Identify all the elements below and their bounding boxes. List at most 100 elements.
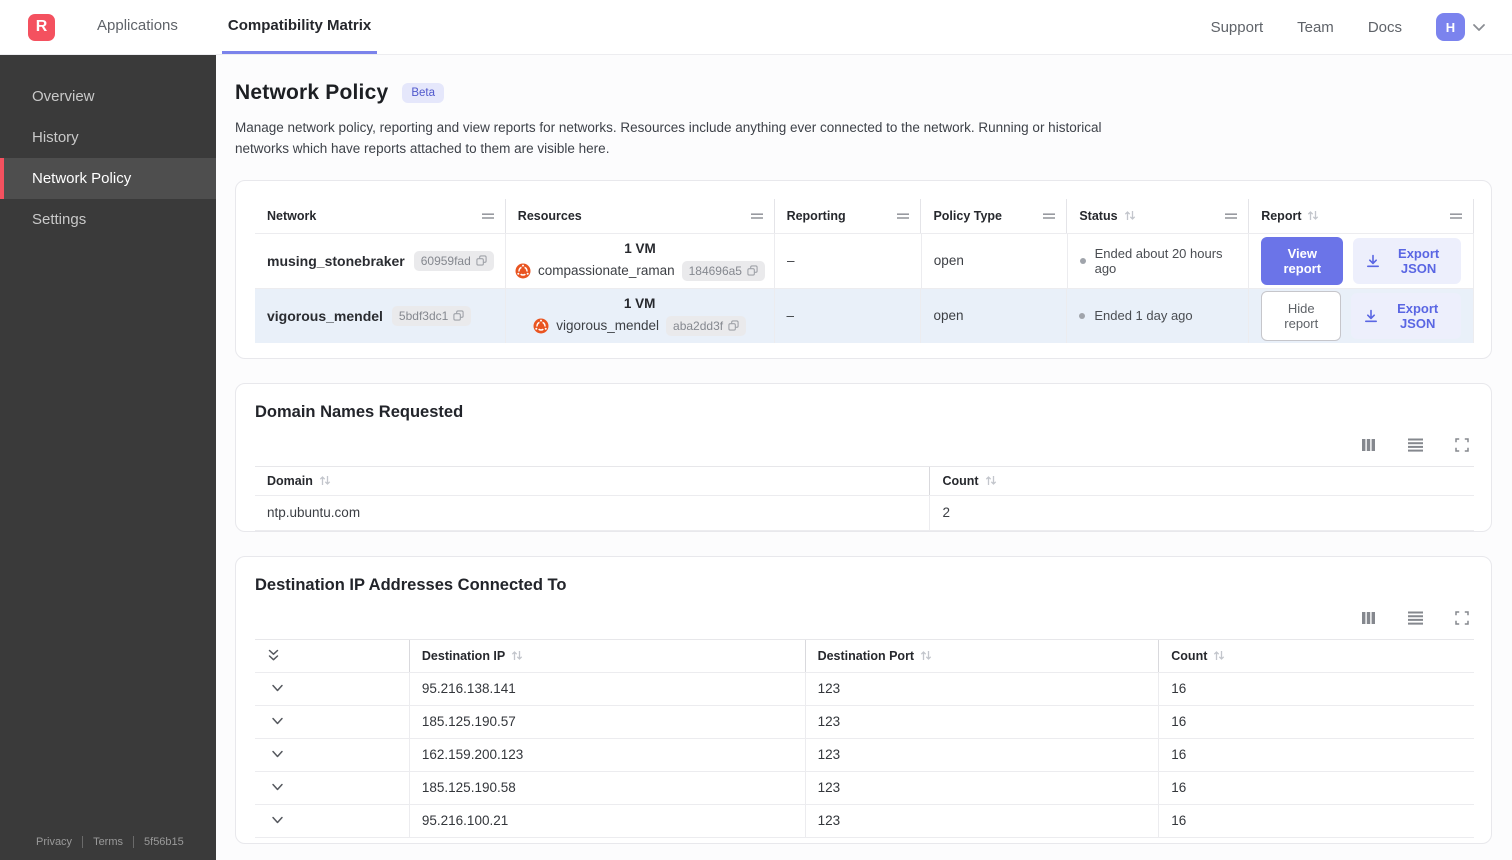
row-expand-chevron-icon[interactable] bbox=[267, 715, 288, 728]
expand-all-header[interactable] bbox=[255, 640, 409, 672]
destination-row[interactable] bbox=[255, 836, 1474, 843]
copy-icon[interactable] bbox=[476, 255, 487, 266]
sort-icon[interactable] bbox=[319, 474, 331, 487]
column-header-network[interactable]: Network bbox=[255, 198, 506, 233]
domain-names-card: Domain Names Requested Domain Count ntp.… bbox=[235, 382, 1492, 532]
column-header-destination-ip[interactable]: Destination IP bbox=[408, 639, 805, 672]
destination-port-cell: 123 bbox=[804, 804, 1159, 837]
nav-link-team[interactable]: Team bbox=[1297, 19, 1334, 36]
domain-row[interactable]: ntp.ubuntu.com 2 bbox=[255, 494, 1474, 531]
destination-ip-cell: 185.125.190.57 bbox=[408, 705, 805, 738]
sidebar-item-overview[interactable]: Overview bbox=[0, 76, 216, 117]
nav-link-docs[interactable]: Docs bbox=[1368, 19, 1402, 36]
sort-icon[interactable] bbox=[1307, 209, 1319, 222]
copy-icon[interactable] bbox=[453, 310, 464, 321]
avatar: H bbox=[1436, 13, 1465, 41]
destination-ip-cell: 95.216.138.141 bbox=[408, 672, 805, 705]
view-report-button[interactable]: View report bbox=[1261, 236, 1344, 285]
policy-type-cell: open bbox=[922, 233, 1068, 288]
destination-row[interactable]: 185.125.190.58 123 16 bbox=[255, 770, 1474, 804]
column-drag-icon[interactable] bbox=[896, 212, 910, 220]
policy-type-cell: open bbox=[921, 288, 1068, 343]
column-header-destination-port[interactable]: Destination Port bbox=[804, 639, 1159, 672]
column-header-policy-type[interactable]: Policy Type bbox=[921, 198, 1068, 233]
network-id-pill[interactable]: 60959fad bbox=[413, 250, 494, 271]
expand-icon[interactable] bbox=[1453, 436, 1471, 454]
resource-name[interactable]: vigorous_mendel bbox=[556, 318, 659, 333]
tab-applications[interactable]: Applications bbox=[91, 0, 184, 54]
column-header-count[interactable]: Count bbox=[1158, 639, 1474, 672]
destination-row[interactable]: 95.216.138.141 123 16 bbox=[255, 671, 1474, 705]
tab-compatibility-matrix[interactable]: Compatibility Matrix bbox=[221, 0, 378, 54]
nav-link-support[interactable]: Support bbox=[1211, 19, 1264, 36]
user-menu[interactable]: H bbox=[1436, 13, 1486, 41]
page-description: Manage network policy, reporting and vie… bbox=[235, 120, 1102, 156]
copy-icon[interactable] bbox=[747, 265, 758, 276]
network-name: musing_stonebraker bbox=[267, 252, 405, 269]
destination-card-title: Destination IP Addresses Connected To bbox=[255, 575, 567, 594]
sort-icon[interactable] bbox=[511, 649, 523, 662]
sidebar-item-history[interactable]: History bbox=[0, 117, 216, 158]
column-drag-icon[interactable] bbox=[750, 212, 764, 220]
column-drag-icon[interactable] bbox=[1042, 212, 1056, 220]
destination-row[interactable]: 162.159.200.123 123 16 bbox=[255, 737, 1474, 771]
network-name-cell: vigorous_mendel 5bdf3dc1 bbox=[255, 288, 506, 343]
count-cell: 16 bbox=[1158, 804, 1474, 837]
expand-icon[interactable] bbox=[1453, 609, 1471, 627]
column-drag-icon[interactable] bbox=[481, 212, 495, 220]
copy-icon[interactable] bbox=[728, 320, 739, 331]
resources-cell: 1 VM compassionate_raman 184696a5 bbox=[506, 233, 775, 288]
column-header-count[interactable]: Count bbox=[929, 466, 1474, 495]
app-logo[interactable]: R bbox=[28, 13, 55, 41]
destination-ip-cell: 95.216.100.21 bbox=[408, 804, 805, 837]
network-row[interactable]: vigorous_mendel 5bdf3dc1 1 VM vigorous_m… bbox=[255, 287, 1474, 343]
sort-icon[interactable] bbox=[1124, 209, 1136, 222]
list-icon[interactable] bbox=[1405, 609, 1426, 627]
status-text: Ended about 20 hours ago bbox=[1094, 245, 1223, 276]
network-id-pill[interactable]: 5bdf3dc1 bbox=[391, 305, 472, 326]
list-icon[interactable] bbox=[1405, 436, 1426, 454]
ubuntu-icon bbox=[515, 263, 531, 279]
sort-icon[interactable] bbox=[1213, 649, 1225, 662]
status-dot-icon bbox=[1079, 257, 1086, 264]
network-name: vigorous_mendel bbox=[267, 307, 383, 324]
network-row[interactable]: musing_stonebraker 60959fad 1 VM compass… bbox=[255, 232, 1474, 288]
reporting-cell: – bbox=[775, 233, 922, 288]
column-header-report[interactable]: Report bbox=[1249, 198, 1475, 233]
column-header-reporting[interactable]: Reporting bbox=[775, 198, 922, 233]
reporting-cell: – bbox=[775, 288, 922, 343]
column-drag-icon[interactable] bbox=[1224, 212, 1238, 220]
destination-port-cell: 123 bbox=[804, 738, 1159, 771]
resource-name[interactable]: compassionate_raman bbox=[538, 263, 675, 278]
status-cell: Ended about 20 hours ago bbox=[1068, 233, 1250, 288]
row-expand-chevron-icon[interactable] bbox=[267, 781, 288, 794]
privacy-link[interactable]: Privacy bbox=[36, 836, 72, 848]
network-name-cell: musing_stonebraker 60959fad bbox=[255, 233, 506, 288]
report-actions-cell: View report Export JSON bbox=[1249, 233, 1474, 288]
columns-icon[interactable] bbox=[1359, 436, 1378, 454]
sort-icon[interactable] bbox=[985, 474, 997, 487]
terms-link[interactable]: Terms bbox=[93, 836, 123, 848]
column-header-resources[interactable]: Resources bbox=[506, 198, 775, 233]
export-json-button[interactable]: Export JSON bbox=[1353, 237, 1461, 284]
column-header-domain[interactable]: Domain bbox=[255, 467, 929, 495]
destination-row[interactable]: 95.216.100.21 123 16 bbox=[255, 803, 1474, 837]
hide-report-button[interactable]: Hide report bbox=[1261, 290, 1342, 341]
row-expand-chevron-icon[interactable] bbox=[267, 748, 288, 761]
column-drag-icon[interactable] bbox=[1449, 212, 1463, 220]
row-expand-chevron-icon[interactable] bbox=[267, 814, 288, 827]
double-chevron-down-icon[interactable] bbox=[267, 649, 280, 662]
row-expand-chevron-icon[interactable] bbox=[267, 682, 288, 695]
export-json-button[interactable]: Export JSON bbox=[1351, 292, 1461, 339]
sidebar-item-network-policy[interactable]: Network Policy bbox=[0, 158, 216, 199]
destination-ips-card: Destination IP Addresses Connected To De… bbox=[235, 555, 1492, 844]
destination-row[interactable]: 185.125.190.57 123 16 bbox=[255, 704, 1474, 738]
sort-icon[interactable] bbox=[920, 649, 932, 662]
columns-icon[interactable] bbox=[1359, 609, 1378, 627]
column-header-status[interactable]: Status bbox=[1067, 198, 1250, 233]
destination-ip-cell: 162.159.200.123 bbox=[408, 738, 805, 771]
build-version: 5f56b15 bbox=[144, 836, 184, 848]
resource-id-pill[interactable]: 184696a5 bbox=[681, 260, 765, 281]
resource-id-pill[interactable]: aba2dd3f bbox=[666, 315, 747, 336]
sidebar-item-settings[interactable]: Settings bbox=[0, 199, 216, 240]
